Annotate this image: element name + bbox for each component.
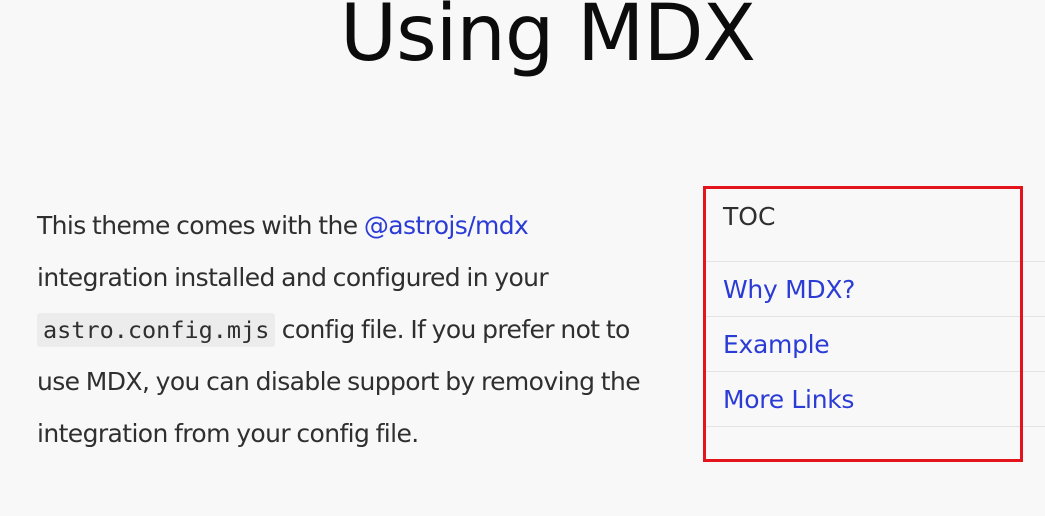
astrojs-mdx-link[interactable]: @astrojs/mdx — [364, 211, 529, 240]
intro-paragraph: This theme comes with the @astrojs/mdx i… — [37, 200, 657, 460]
intro-text-1: This theme comes with the — [37, 211, 364, 240]
intro-text-2: integration installed and configured in … — [37, 263, 549, 292]
toc-highlight-outline — [703, 186, 1023, 462]
page-title: Using MDX — [340, 0, 756, 79]
config-file-code: astro.config.mjs — [37, 313, 276, 347]
